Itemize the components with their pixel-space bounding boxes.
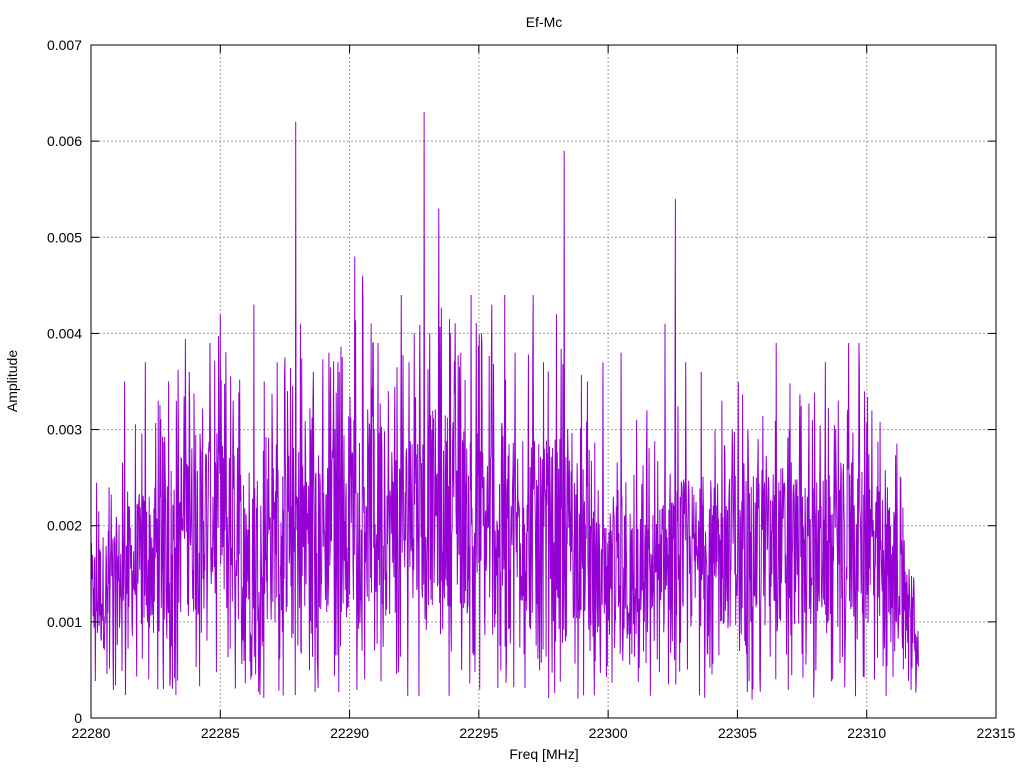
x-tick-label: 22295 [459, 725, 498, 741]
y-tick-label: 0.001 [47, 614, 82, 630]
x-tick-label: 22315 [977, 725, 1016, 741]
x-axis-label: Freq [MHz] [509, 746, 578, 762]
chart-title: Ef-Mc [526, 14, 563, 30]
y-tick-label: 0.006 [47, 133, 82, 149]
x-tick-label: 22300 [589, 725, 628, 741]
y-tick-label: 0.004 [47, 325, 82, 341]
y-tick-label: 0.003 [47, 422, 82, 438]
x-tick-label: 22310 [847, 725, 886, 741]
chart: 22280 22285 22290 22295 22300 22305 22310 22315… [0, 0, 1024, 768]
y-tick-label: 0.007 [47, 37, 82, 53]
x-tick-label: 22305 [718, 725, 757, 741]
x-tick-label: 22290 [330, 725, 369, 741]
y-tick-label: 0.002 [47, 518, 82, 534]
x-tick-label: 22285 [201, 725, 240, 741]
y-axis-label: Amplitude [4, 350, 20, 412]
x-tick-label: 22280 [72, 725, 111, 741]
y-tick-label: 0.005 [47, 229, 82, 245]
chart-background [0, 0, 1024, 768]
y-tick-label: 0 [74, 710, 82, 726]
